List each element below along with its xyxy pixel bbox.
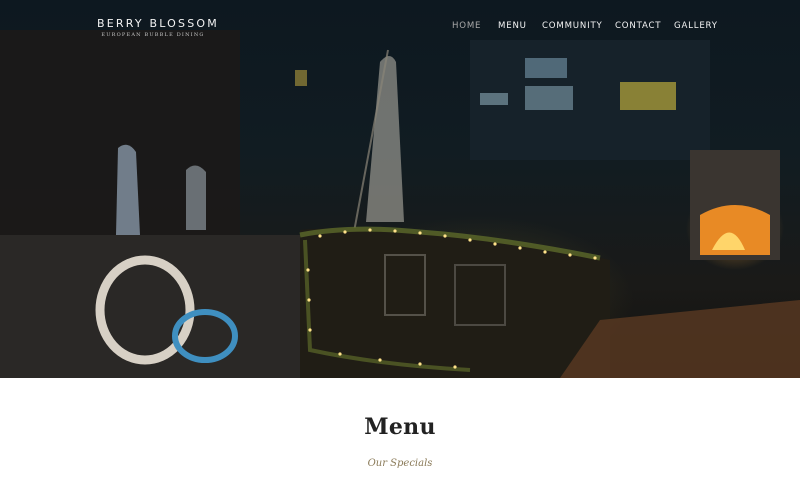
brand-tagline: EUROPEAN BUBBLE DINING (101, 32, 205, 38)
nav-item-home[interactable]: HOME (452, 21, 481, 31)
window (525, 58, 567, 78)
section-subtitle: Our Specials (367, 458, 433, 469)
nav-item-gallery[interactable]: GALLERY (674, 21, 718, 31)
nav-item-community[interactable]: COMMUNITY (542, 21, 603, 31)
nav-item-contact[interactable]: CONTACT (615, 21, 661, 31)
menu-section: Menu Our Specials (0, 378, 800, 495)
hero-image: BERRY BLOSSOM EUROPEAN BUBBLE DINING HOM… (0, 0, 800, 378)
projection (186, 165, 206, 230)
window (620, 82, 676, 110)
window (295, 70, 307, 86)
hero-scene (0, 30, 800, 378)
section-title: Menu (364, 414, 436, 440)
brand-logo[interactable]: BERRY BLOSSOM EUROPEAN BUBBLE DINING (97, 17, 219, 38)
window (525, 86, 573, 110)
window (480, 93, 508, 105)
nav-item-menu[interactable]: MENU (498, 21, 527, 31)
brand-name: BERRY BLOSSOM (97, 17, 219, 30)
